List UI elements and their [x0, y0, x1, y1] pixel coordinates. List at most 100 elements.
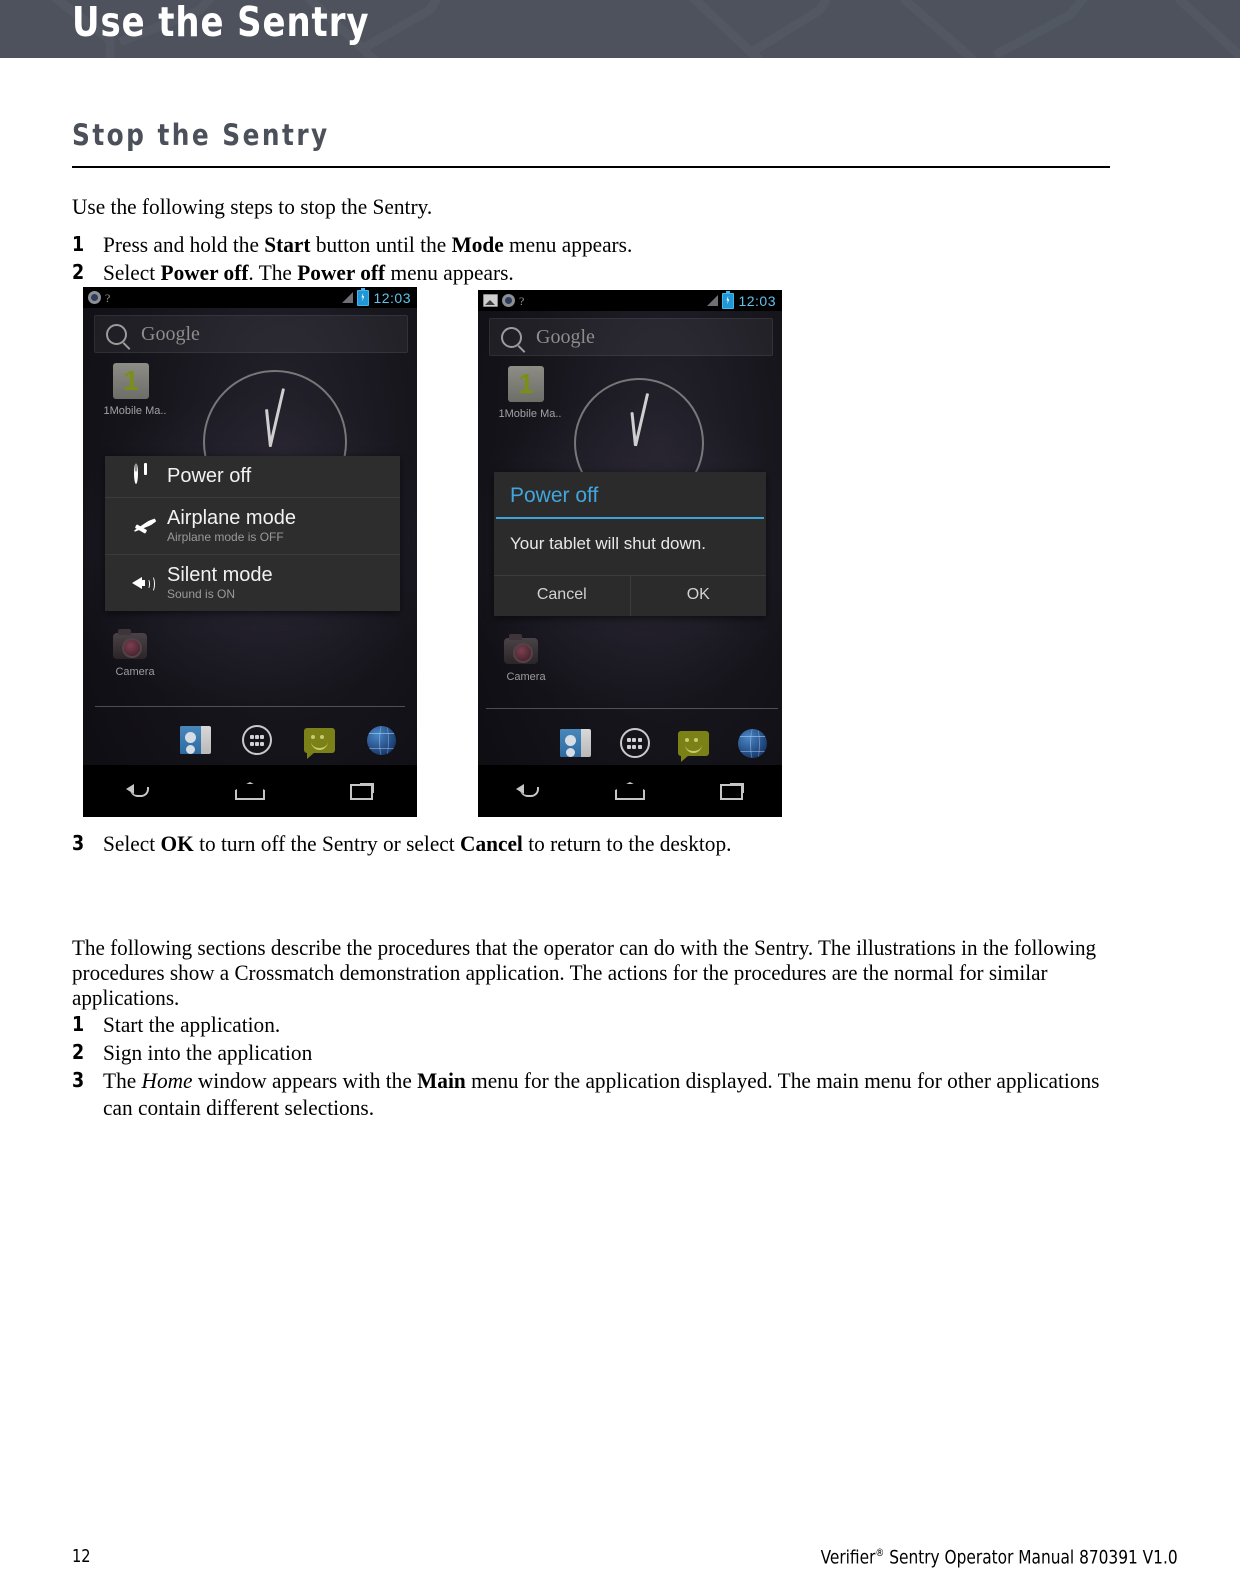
- navigation-bar: [83, 765, 417, 817]
- section-heading: Stop the Sentry: [72, 118, 330, 152]
- app-label-1mobile: 1Mobile Ma..: [103, 405, 167, 417]
- people-icon[interactable]: [179, 726, 211, 754]
- battery-charging-icon: [357, 287, 370, 306]
- dialog-message: Your tablet will shut down.: [494, 519, 766, 576]
- footer-manual-reference: Verifier® Sentry Operator Manual 870391 …: [821, 1546, 1178, 1568]
- dock: [163, 719, 413, 761]
- back-icon[interactable]: [515, 782, 540, 800]
- step-item: 2 Select Power off. The Power off menu a…: [72, 259, 1110, 286]
- step-number: 2: [72, 1040, 85, 1064]
- app-label-camera: Camera: [115, 666, 155, 678]
- home-icon[interactable]: [614, 782, 645, 800]
- recents-icon[interactable]: [720, 782, 745, 800]
- dialog-actions: Cancel OK: [494, 576, 766, 616]
- step-item: 1 Start the application.: [72, 1011, 1110, 1038]
- intro-text: Use the following steps to stop the Sent…: [72, 194, 433, 219]
- power-menu-dialog[interactable]: Power off Airplane mode Airplane mode is…: [105, 456, 400, 611]
- browser-icon[interactable]: [366, 725, 396, 755]
- google-search-bar[interactable]: Google: [489, 318, 773, 356]
- step-text: Sign into the application: [103, 1040, 313, 1065]
- power-menu-item-power-off[interactable]: Power off: [105, 456, 400, 498]
- step-item: 3 Select OK to turn off the Sentry or se…: [72, 830, 1110, 857]
- screenshot-phone-power-off-confirm: ? 12:03 Google 1 1Mobile Ma.. Power off …: [478, 290, 782, 817]
- app-icon-1mobile[interactable]: 1: [113, 363, 149, 399]
- step-number: 2: [72, 260, 85, 284]
- signal-triangle-icon: [707, 295, 719, 306]
- power-menu-item-airplane-mode[interactable]: Airplane mode Airplane mode is OFF: [105, 498, 400, 555]
- browser-icon[interactable]: [738, 728, 767, 758]
- dock-divider: [95, 706, 405, 707]
- step-number: 3: [72, 1068, 85, 1092]
- footer-manual-suffix: Sentry Operator Manual 870391 V1.0: [884, 1546, 1178, 1569]
- status-bar-right: 12:03: [707, 290, 782, 309]
- search-placeholder: Google: [141, 322, 200, 345]
- dock: [546, 722, 782, 764]
- screenshot-phone-power-menu: ? 12:03 Google 1 1Mobile Ma.. Power off: [83, 287, 417, 817]
- heading-rule: [72, 166, 1110, 168]
- search-icon: [106, 323, 127, 345]
- power-menu-item-subtitle: Sound is ON: [167, 587, 236, 601]
- app-label-camera: Camera: [506, 671, 546, 683]
- power-off-confirm-dialog[interactable]: Power off Your tablet will shut down. Ca…: [494, 472, 766, 616]
- app-drawer-icon[interactable]: [242, 725, 272, 755]
- step-number: 3: [72, 831, 85, 855]
- messaging-icon[interactable]: [678, 730, 709, 762]
- power-menu-item-title: Power off: [167, 465, 252, 487]
- app-icon-1mobile[interactable]: 1: [508, 366, 544, 402]
- app-badge: 1: [518, 368, 534, 399]
- power-menu-item-subtitle: Airplane mode is OFF: [167, 530, 284, 544]
- google-search-bar[interactable]: Google: [94, 315, 408, 353]
- step-text: The Home window appears with the Main me…: [103, 1068, 1100, 1120]
- help-icon: ?: [519, 293, 525, 308]
- steps-application-list: 1 Start the application. 2 Sign into the…: [72, 1011, 1142, 1122]
- ok-button[interactable]: OK: [631, 576, 767, 616]
- navigation-bar: [478, 765, 782, 817]
- power-icon: [123, 463, 167, 488]
- messaging-icon[interactable]: [303, 727, 335, 759]
- signal-triangle-icon: [342, 292, 354, 303]
- step-item: 3 The Home window appears with the Main …: [72, 1067, 1110, 1121]
- sync-icon: [88, 291, 101, 304]
- sound-icon: [123, 573, 167, 593]
- app-badge: 1: [123, 365, 139, 396]
- back-icon[interactable]: [125, 782, 150, 800]
- step-text: Select Power off. The Power off menu app…: [103, 260, 514, 285]
- status-bar: ? 12:03: [478, 290, 782, 311]
- footer-manual-prefix: Verifier: [821, 1546, 876, 1569]
- search-placeholder: Google: [536, 325, 595, 348]
- status-bar-right: 12:03: [342, 287, 417, 306]
- app-drawer-icon[interactable]: [619, 728, 650, 758]
- step-number: 1: [72, 232, 85, 256]
- home-icon[interactable]: [234, 782, 265, 800]
- sync-icon: [502, 294, 515, 307]
- body-paragraph: The following sections describe the proc…: [72, 935, 1097, 1010]
- steps-stop-list: 1 Press and hold the Start button until …: [72, 231, 1142, 287]
- page-title: Use the Sentry: [72, 0, 370, 46]
- page-header-band: Use the Sentry: [0, 0, 1240, 58]
- airplane-icon: [123, 515, 167, 537]
- step-text: Press and hold the Start button until th…: [103, 232, 633, 257]
- step-item: 1 Press and hold the Start button until …: [72, 231, 1110, 258]
- image-icon: [483, 294, 498, 307]
- status-bar-clock: 12:03: [373, 289, 411, 306]
- power-menu-item-silent-mode[interactable]: Silent mode Sound is ON: [105, 555, 400, 611]
- cancel-button[interactable]: Cancel: [494, 576, 631, 616]
- people-icon[interactable]: [560, 729, 591, 757]
- step-number: 1: [72, 1012, 85, 1036]
- step-text: Select OK to turn off the Sentry or sele…: [103, 831, 732, 856]
- recents-icon[interactable]: [350, 782, 375, 800]
- steps-stop-after-list: 3 Select OK to turn off the Sentry or se…: [72, 830, 1142, 858]
- help-icon: ?: [105, 290, 111, 305]
- power-menu-item-title: Silent mode: [167, 564, 273, 586]
- app-label-1mobile: 1Mobile Ma..: [498, 408, 562, 420]
- status-bar-left: ?: [478, 294, 524, 307]
- app-icon-camera[interactable]: [113, 629, 147, 659]
- dock-divider: [486, 708, 778, 709]
- status-bar: ? 12:03: [83, 287, 417, 308]
- dialog-title: Power off: [510, 484, 599, 507]
- footer-page-number: 12: [72, 1546, 91, 1567]
- step-text: Start the application.: [103, 1012, 281, 1037]
- status-bar-left: ?: [83, 291, 110, 304]
- power-menu-item-title: Airplane mode: [167, 507, 296, 529]
- app-icon-camera[interactable]: [504, 634, 538, 664]
